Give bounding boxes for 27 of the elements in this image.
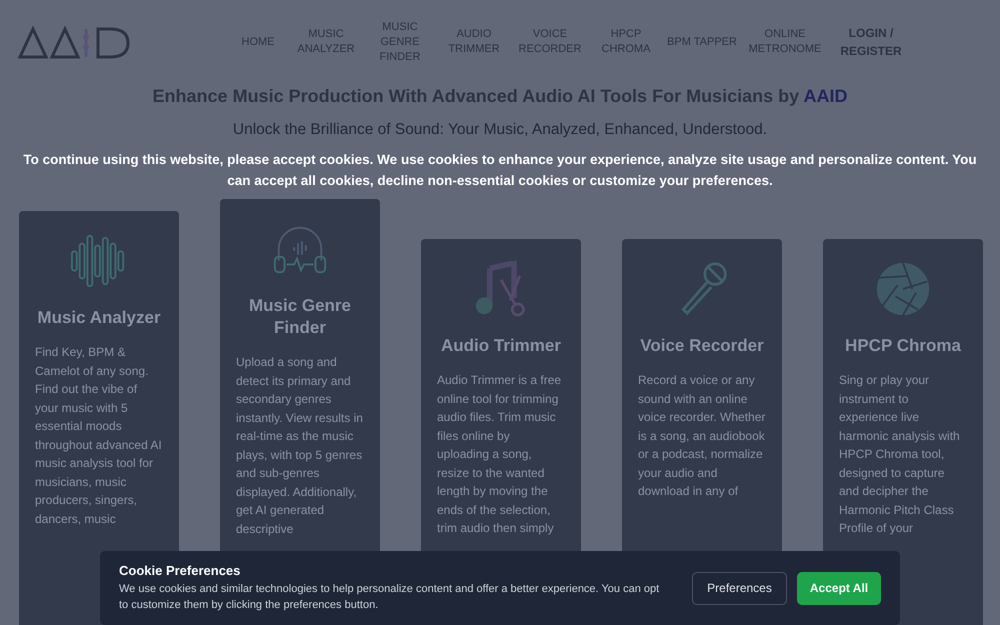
- card-title: Voice Recorder: [639, 335, 765, 357]
- card-title: Audio Trimmer: [440, 335, 562, 357]
- page-subtitle: Unlock the Brilliance of Sound: Your Music, Analyzed, Enhanced, Understood.: [232, 121, 768, 139]
- nav-link[interactable]: HOME: [228, 34, 288, 50]
- card-description: Sing or play your instrument to experience live harmonic analysis with HPCP Chroma tool, designed to capture and decipher the Harmonic Pitch Class Profile of your: [839, 372, 961, 537]
- nav-link[interactable]: MUSIC ANALYZER: [288, 27, 364, 57]
- card-title: HPCP Chroma: [844, 335, 962, 357]
- nav-link[interactable]: HPCP CHROMA: [588, 27, 664, 57]
- aperture-icon: [874, 261, 932, 317]
- login-link[interactable]: LOGIN / REGISTER: [836, 24, 906, 60]
- accept-all-button[interactable]: Accept All: [797, 572, 881, 604]
- nav-link[interactable]: MUSIC GENRE FINDER: [364, 20, 436, 64]
- card-title: Music Genre Finder: [248, 295, 352, 339]
- card-description: Upload a song and detect its primary and secondary genres instantly. View results in real-time as the music plays, with top 5 genres and sub-genres displayed. Additionally, get AI generated descriptive: [236, 354, 364, 538]
- nav-link[interactable]: ONLINE METRONOME: [740, 27, 830, 57]
- preferences-button[interactable]: Preferences: [692, 572, 787, 604]
- nav-link[interactable]: AUDIO TRIMMER: [436, 27, 512, 57]
- banner-title: Cookie Preferences: [119, 563, 242, 578]
- card-description: Find Key, BPM & Camelot of any song. Find out the vibe of your music with 5 essential moods throughout advanced AI music analysis tool for musicians, music producers, singers, dancers, music: [35, 344, 163, 528]
- nav-link[interactable]: BPM TAPPER: [664, 34, 740, 50]
- logo[interactable]: [18, 25, 132, 59]
- card-description: Audio Trimmer is a free online tool for trimming audio files. Trim music files online by uploading a song, resize to the wanted length by moving the ends of the selection, trim audio then simply: [437, 372, 562, 537]
- nav-link[interactable]: VOICE RECORDER: [512, 27, 588, 57]
- card-description: Record a voice or any sound with an online voice recorder. Whether is a song, an audiobook or a podcast, normalize your audio and download in any of: [638, 372, 766, 500]
- card-title: Music Analyzer: [36, 307, 162, 329]
- cookie-notice: To continue using this website, please accept cookies. We use cookies to enhance your experience, analyze site usage and personalize content. You can accept all cookies, decline non-essential cookies or customize your preferences.: [22, 151, 978, 190]
- banner-text: We use cookies and similar technologies to help personalize content and offer a better experience. You can opt to customize them by clicking the preferences button.: [119, 582, 660, 613]
